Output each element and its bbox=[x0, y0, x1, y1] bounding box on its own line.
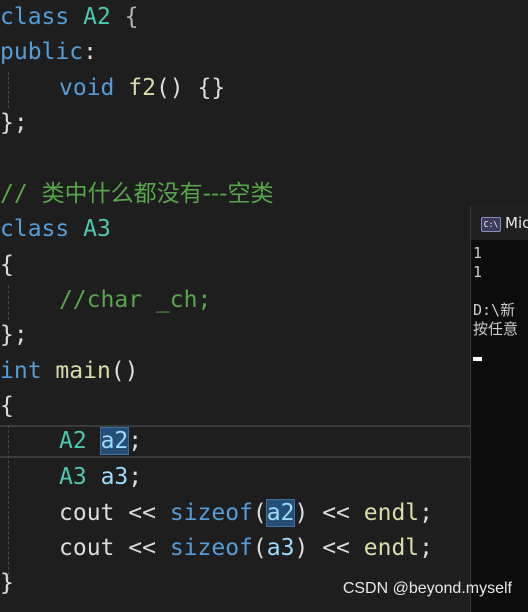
code-line-11: { bbox=[0, 393, 14, 419]
watermark: CSDN @beyond.myself bbox=[342, 580, 512, 597]
code-line-7: { bbox=[0, 252, 14, 278]
code-line-10: int main() bbox=[0, 358, 139, 384]
code-line-15: cout << sizeof(a3) << endl; bbox=[59, 535, 433, 561]
code-line-13: A3 a3; bbox=[59, 464, 143, 490]
indent-guide bbox=[8, 285, 9, 320]
code-line-6: class A3 bbox=[0, 216, 111, 242]
code-line-16: } bbox=[0, 570, 14, 596]
code-line-2: public: bbox=[0, 39, 97, 65]
console-window[interactable]: C:\ Mic 1 1 D:\新 按任意 bbox=[470, 206, 528, 612]
code-line-12: A2 a2; bbox=[59, 427, 143, 455]
selected-identifier: a2 bbox=[265, 499, 296, 527]
indent-guide bbox=[8, 72, 9, 108]
code-line-3: void f2() {} bbox=[59, 75, 226, 101]
code-line-4: }; bbox=[0, 110, 28, 136]
console-cursor bbox=[473, 357, 482, 361]
code-line-9: }; bbox=[0, 322, 28, 348]
code-line-14: cout << sizeof(a2) << endl; bbox=[59, 499, 433, 527]
code-line-5: // 类中什么都没有---空类 bbox=[0, 181, 274, 207]
console-title: Mic bbox=[505, 214, 528, 232]
code-editor[interactable]: class A2 { public: void f2() {} }; // 类中… bbox=[0, 0, 528, 612]
console-app-icon: C:\ bbox=[481, 217, 501, 232]
selected-identifier: a2 bbox=[99, 427, 130, 455]
code-line-8: //char _ch; bbox=[59, 287, 212, 313]
code-line-1: class A2 { bbox=[0, 4, 139, 30]
console-output: 1 1 D:\新 按任意 bbox=[473, 244, 519, 338]
console-titlebar[interactable]: C:\ Mic bbox=[471, 206, 528, 240]
